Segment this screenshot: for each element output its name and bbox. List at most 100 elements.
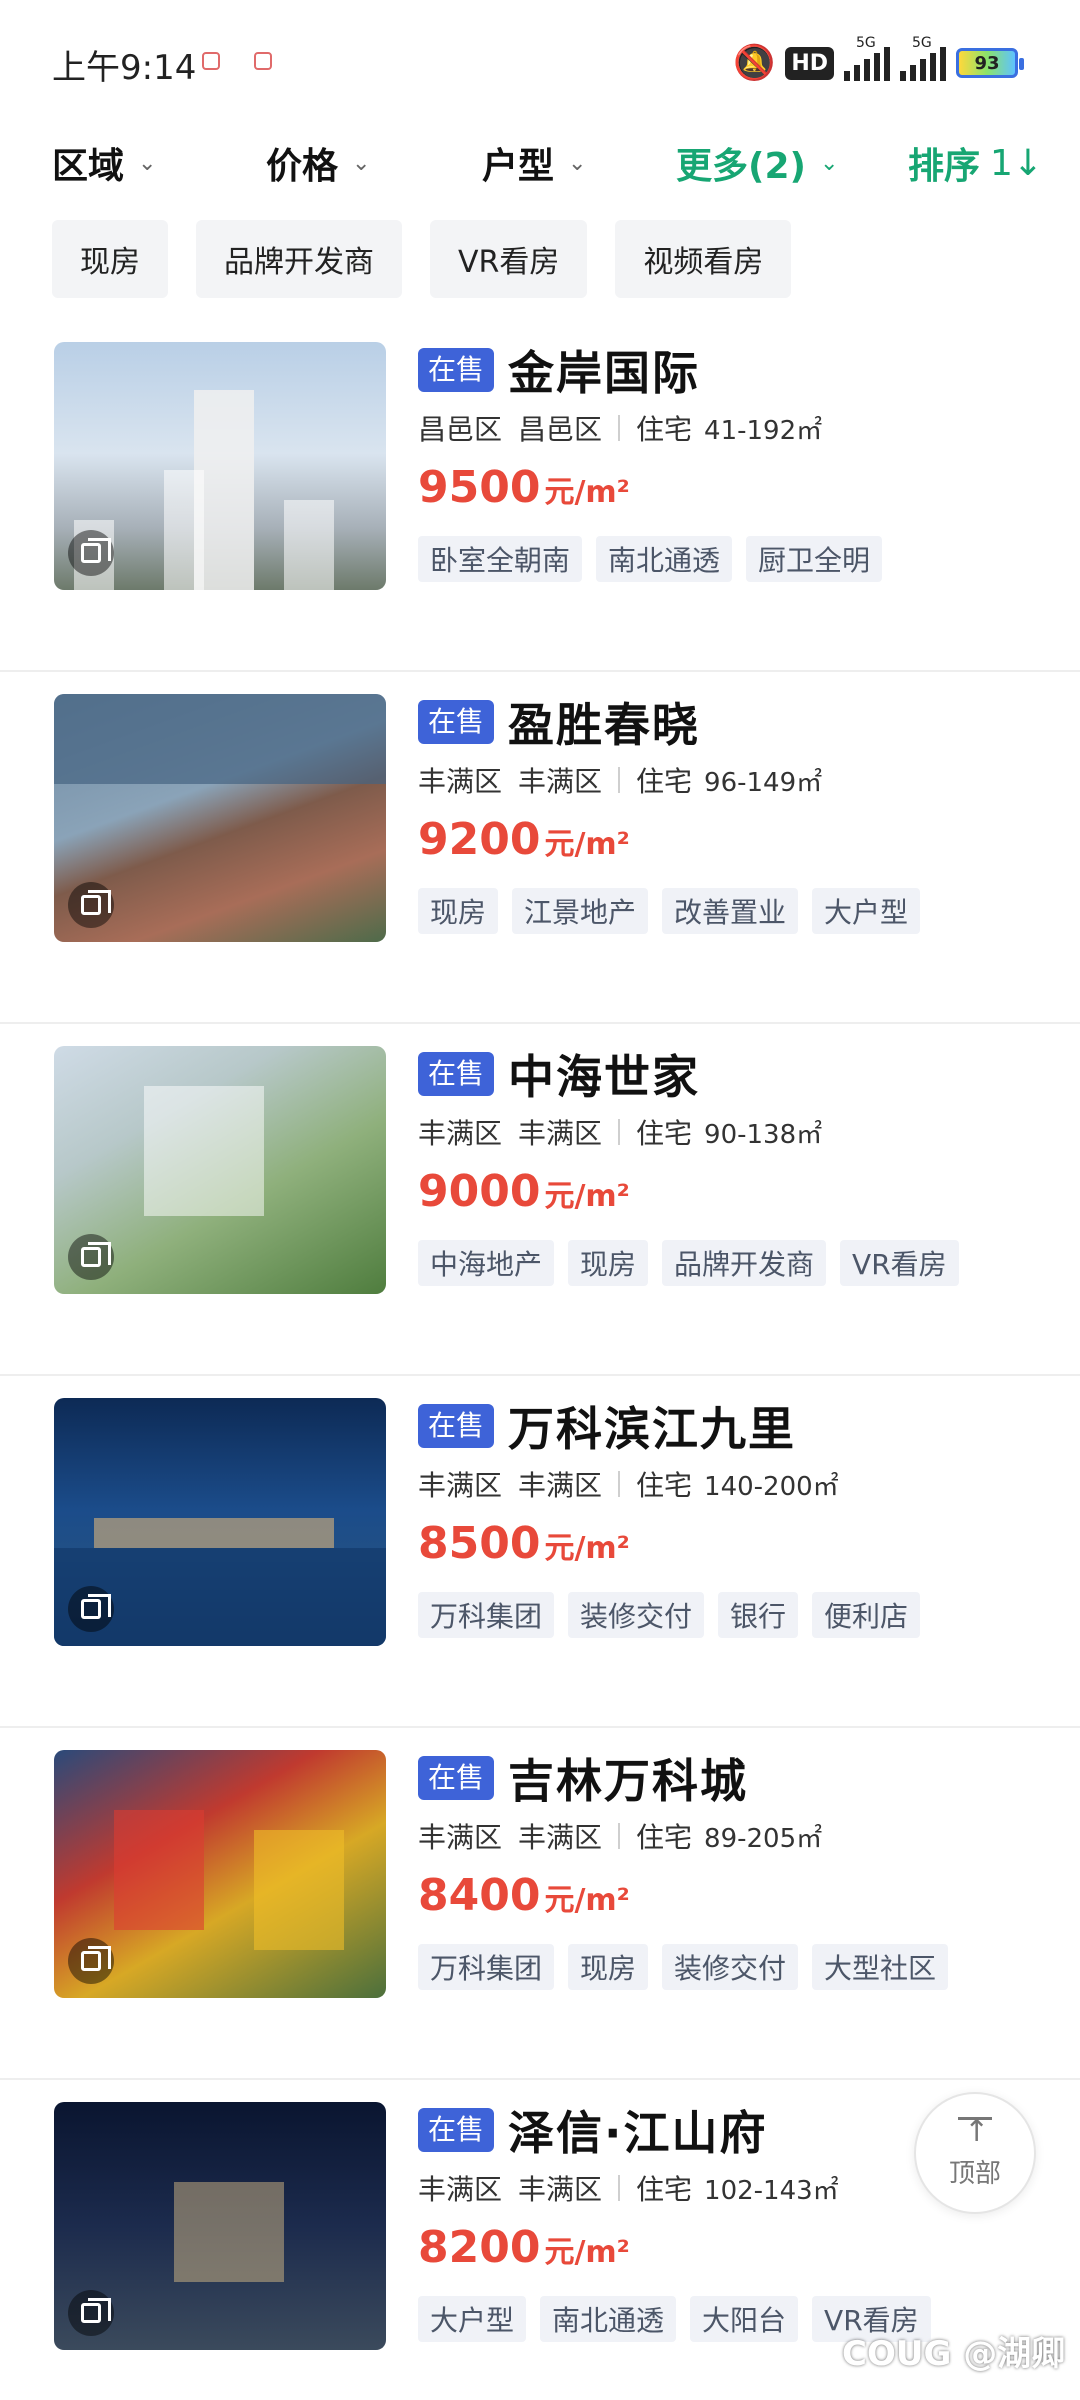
listing-card[interactable]: 在售 盈胜春晓 丰满区 丰满区 住宅 96-149㎡ 9200 元/m² 现房 … (0, 672, 1080, 1024)
district: 丰满区 (418, 2173, 503, 2206)
area-range: 102-143㎡ (704, 2175, 839, 2206)
feature-tag: 中海地产 (418, 1240, 555, 1286)
price-value: 9500 (418, 462, 541, 513)
feature-tag: 银行 (718, 1592, 799, 1638)
back-to-top-button[interactable]: 顶部 (914, 2092, 1036, 2214)
district: 昌邑区 (418, 413, 503, 446)
feature-tag: 万科集团 (418, 1944, 555, 1990)
divider (618, 767, 621, 793)
filter-price[interactable]: 价格 ⌄ (266, 128, 370, 198)
listing-meta: 昌邑区 昌邑区 住宅 41-192㎡ (418, 408, 1058, 448)
listing-meta: 丰满区 丰满区 住宅 89-205㎡ (418, 1816, 1058, 1856)
area-range: 41-192㎡ (704, 415, 823, 446)
sort-icon: 1↓ (990, 142, 1044, 184)
filter-area[interactable]: 区域 ⌄ (52, 128, 156, 198)
album-icon (68, 1938, 114, 1984)
chevron-down-icon: ⌄ (819, 150, 839, 176)
sort-button[interactable]: 排序 1↓ (908, 128, 1043, 198)
listing-card[interactable]: 在售 吉林万科城 丰满区 丰满区 住宅 89-205㎡ 8400 元/m² 万科… (0, 1728, 1080, 2080)
project-name: 泽信·江山府 (508, 2106, 768, 2160)
feature-tag: 改善置业 (662, 888, 799, 934)
notification-icon (254, 52, 272, 70)
filter-bar: 区域 ⌄ 价格 ⌄ 户型 ⌄ 更多(2) ⌄ 排序 1↓ (0, 128, 1080, 198)
divider (618, 1823, 621, 1849)
district: 丰满区 (418, 1821, 503, 1854)
property-type: 住宅 (636, 2173, 693, 2206)
listing-card[interactable]: 在售 中海世家 丰满区 丰满区 住宅 90-138㎡ 9000 元/m² 中海地… (0, 1024, 1080, 1376)
feature-tag: 大户型 (812, 888, 921, 934)
price: 8500 元/m² (418, 1518, 1058, 1574)
feature-tag: 江景地产 (512, 888, 649, 934)
tag-row: 万科集团 装修交付 银行 便利店 (418, 1592, 1058, 1638)
price: 9000 元/m² (418, 1166, 1058, 1222)
filter-more[interactable]: 更多(2) ⌄ (676, 128, 838, 198)
project-name: 金岸国际 (508, 346, 701, 400)
price-value: 9000 (418, 1166, 541, 1217)
arrow-up-icon (958, 2115, 992, 2151)
price-value: 9200 (418, 814, 541, 865)
feature-tag: 大户型 (418, 2296, 527, 2342)
property-type: 住宅 (636, 1117, 693, 1150)
feature-tag: VR看房 (840, 1240, 959, 1286)
price-unit: 元/m² (544, 2235, 630, 2270)
chevron-down-icon: ⌄ (352, 150, 371, 176)
property-type: 住宅 (636, 413, 693, 446)
hd-icon: HD (785, 46, 834, 80)
listing-card[interactable]: 在售 万科滨江九里 丰满区 丰满区 住宅 140-200㎡ 8500 元/m² … (0, 1376, 1080, 1728)
divider (618, 415, 621, 441)
feature-tag: 现房 (568, 1944, 649, 1990)
filter-label: 区域 (52, 146, 125, 187)
status-icons: 🔕 HD 5G 5G 93 (732, 35, 1024, 88)
filter-label: 户型 (482, 146, 555, 187)
tag-row: 中海地产 现房 品牌开发商 VR看房 (418, 1240, 1058, 1286)
price: 8200 元/m² (418, 2222, 1058, 2278)
project-name: 中海世家 (508, 1050, 701, 1104)
signal-icon: 5G (844, 35, 890, 81)
price-value: 8200 (418, 2222, 541, 2273)
price-unit: 元/m² (544, 827, 630, 862)
price-value: 8400 (418, 1870, 541, 1921)
feature-tag: 便利店 (812, 1592, 921, 1638)
property-type: 住宅 (636, 1821, 693, 1854)
back-to-top-label: 顶部 (948, 2158, 1001, 2189)
filter-layout[interactable]: 户型 ⌄ (482, 128, 586, 198)
price-unit: 元/m² (544, 1179, 630, 1214)
subdistrict: 丰满区 (518, 1117, 603, 1150)
project-name: 万科滨江九里 (508, 1402, 797, 1456)
album-icon (68, 2290, 114, 2336)
status-badge: 在售 (418, 2108, 495, 2152)
divider (618, 2175, 621, 2201)
status-badge: 在售 (418, 700, 495, 744)
area-range: 89-205㎡ (704, 1823, 823, 1854)
quick-tag[interactable]: 视频看房 (615, 220, 792, 298)
filter-label: 更多(2) (676, 146, 806, 187)
quick-tag[interactable]: 品牌开发商 (196, 220, 402, 298)
quick-filter-tags: 现房 品牌开发商 VR看房 视频看房 (52, 220, 792, 298)
property-type: 住宅 (636, 1469, 693, 1502)
price: 9500 元/m² (418, 462, 1058, 518)
subdistrict: 昌邑区 (518, 413, 603, 446)
filter-label: 价格 (266, 146, 339, 187)
price-unit: 元/m² (544, 1531, 630, 1566)
divider (618, 1119, 621, 1145)
feature-tag: 大阳台 (690, 2296, 799, 2342)
feature-tag: 厨卫全明 (746, 536, 883, 582)
chevron-down-icon: ⌄ (138, 150, 157, 176)
album-icon (68, 530, 114, 576)
feature-tag: 现房 (418, 888, 499, 934)
status-time: 上午9:14 (52, 48, 197, 88)
status-badge: 在售 (418, 1052, 495, 1096)
status-bar: 上午9:14 🔕 HD 5G 5G 93 (0, 0, 1080, 120)
sort-label: 排序 (908, 146, 981, 187)
price-value: 8500 (418, 1518, 541, 1569)
feature-tag: 南北通透 (596, 536, 733, 582)
project-name: 吉林万科城 (508, 1754, 749, 1808)
quick-tag[interactable]: 现房 (52, 220, 168, 298)
quick-tag[interactable]: VR看房 (430, 220, 588, 298)
mute-icon: 🔕 (732, 43, 776, 83)
property-type: 住宅 (636, 765, 693, 798)
status-badge: 在售 (418, 348, 495, 392)
listing-card[interactable]: 在售 金岸国际 昌邑区 昌邑区 住宅 41-192㎡ 9500 元/m² 卧室全… (0, 320, 1080, 672)
feature-tag: 装修交付 (662, 1944, 799, 1990)
area-range: 96-149㎡ (704, 767, 823, 798)
